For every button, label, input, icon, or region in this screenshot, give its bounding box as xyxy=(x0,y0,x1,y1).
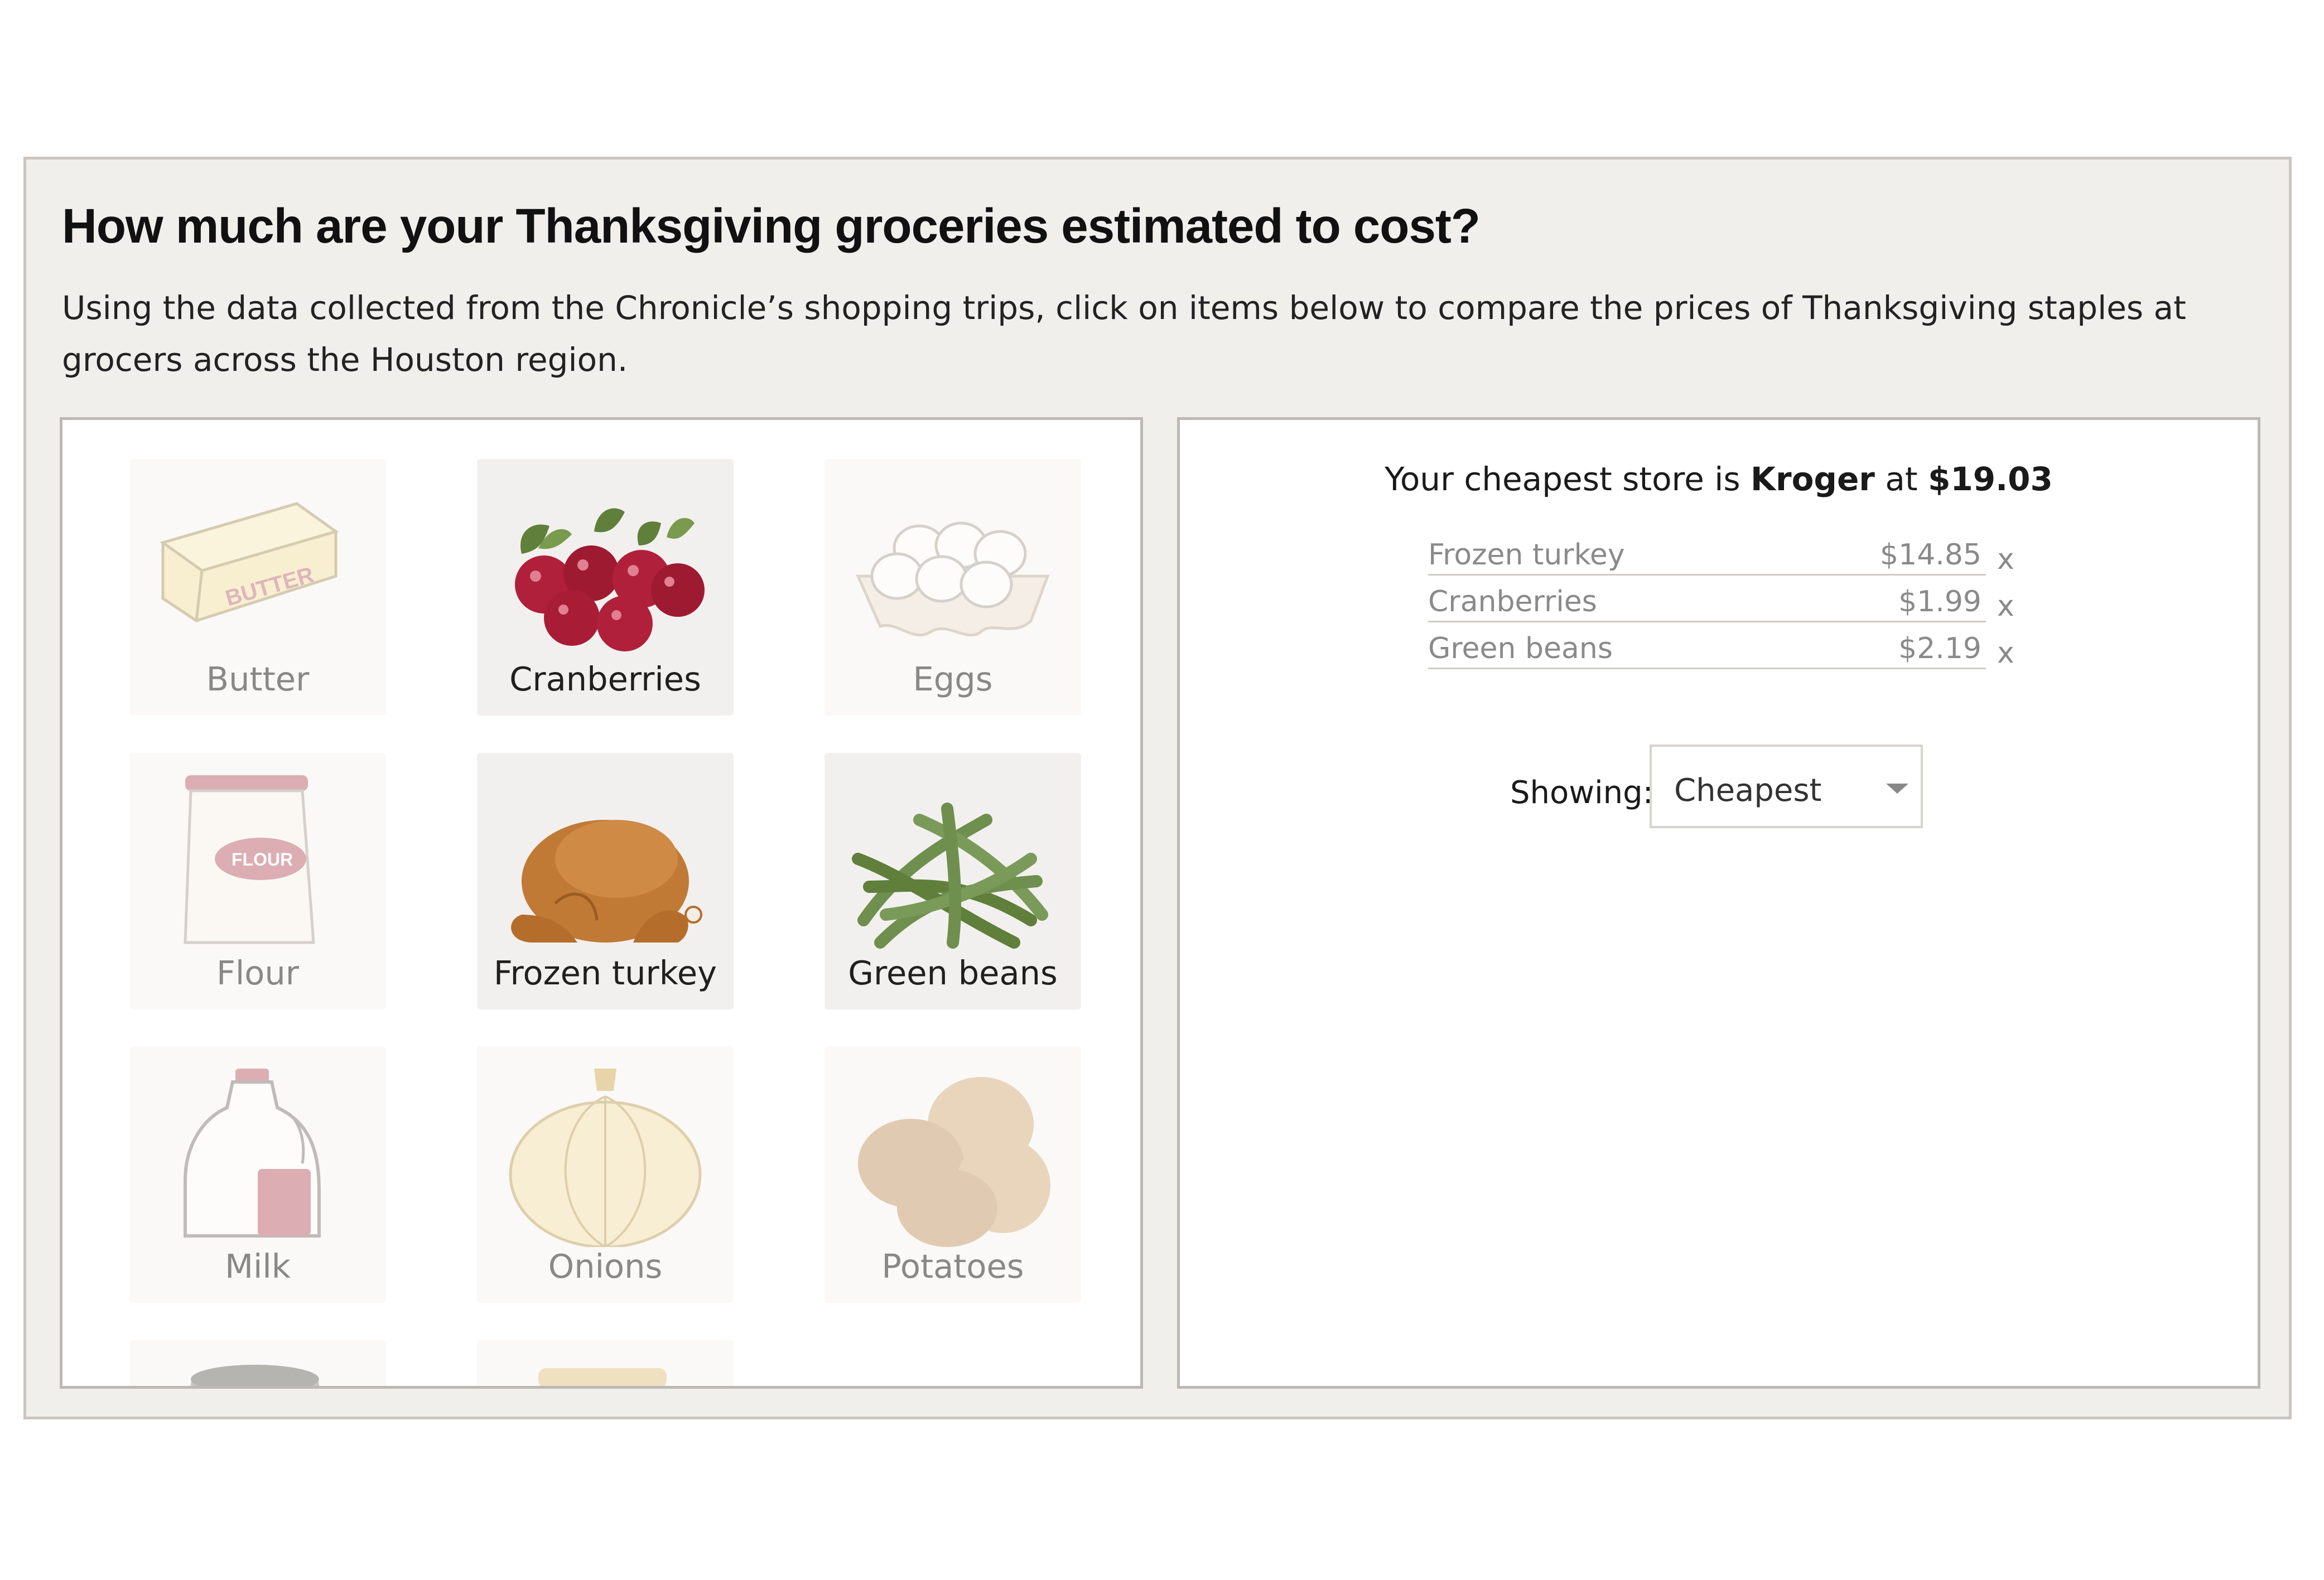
grocery-tile-potatoes[interactable]: Potatoes xyxy=(825,1046,1081,1303)
tile-label: Onions xyxy=(548,1247,663,1286)
tile-label: Green beans xyxy=(848,954,1058,992)
cheapest-store-name: Kroger xyxy=(1751,460,1875,498)
tile-label: Flour xyxy=(216,954,300,992)
grocery-tile-milk[interactable]: Milk xyxy=(129,1046,386,1303)
item-name: Frozen turkey xyxy=(1428,538,1625,572)
grocery-tile-partial[interactable] xyxy=(129,1340,386,1386)
eggs-icon xyxy=(856,521,1050,637)
butter-icon: BUTTER xyxy=(160,502,339,622)
grocery-grid-panel: BUTTER Butter Cranberries Eggs FLOUR Flo… xyxy=(60,417,1143,1389)
page-subtitle: Using the data collected from the Chroni… xyxy=(62,289,2186,379)
tile-label: Frozen turkey xyxy=(493,954,717,992)
tile-label: Potatoes xyxy=(881,1247,1024,1286)
list-item: Green beans $2.19 x xyxy=(1428,631,2031,678)
item-price: $2.19 xyxy=(1898,632,1981,665)
remove-item-button[interactable]: x xyxy=(1997,590,2014,623)
headline-connector: at xyxy=(1885,460,1918,498)
showing-select[interactable]: Cheapest xyxy=(1650,745,1923,828)
grocery-tile-frozen-turkey[interactable]: Frozen turkey xyxy=(477,753,734,1009)
potatoes-icon xyxy=(858,1077,1050,1247)
item-price: $14.85 xyxy=(1880,538,1981,572)
price-summary-panel: Your cheapest store is Kroger at $19.03 … xyxy=(1177,417,2260,1389)
select-value: Cheapest xyxy=(1674,772,1822,809)
chevron-down-icon xyxy=(1886,784,1908,794)
can-icon xyxy=(191,1365,319,1386)
cranberries-icon xyxy=(515,508,705,651)
cheapest-total: $19.03 xyxy=(1928,460,2053,498)
headline-prefix: Your cheapest store is xyxy=(1385,460,1740,498)
page-title: How much are your Thanksgiving groceries… xyxy=(62,199,1481,253)
tile-label: Milk xyxy=(225,1247,291,1286)
cheapest-store-headline: Your cheapest store is Kroger at $19.03 xyxy=(1180,460,2258,498)
list-item: Frozen turkey $14.85 x xyxy=(1428,537,2031,584)
flour-icon: FLOUR xyxy=(184,775,315,944)
grocery-tile-eggs[interactable]: Eggs xyxy=(825,459,1081,716)
jar-icon xyxy=(538,1368,667,1386)
item-name: Cranberries xyxy=(1428,585,1597,619)
svg-text:FLOUR: FLOUR xyxy=(232,849,293,869)
list-item: Cranberries $1.99 x xyxy=(1428,584,2031,631)
tile-label: Butter xyxy=(206,660,310,698)
green-beans-icon xyxy=(852,803,1048,949)
tile-label: Cranberries xyxy=(509,660,701,698)
selected-items-list: Frozen turkey $14.85 x Cranberries $1.99… xyxy=(1428,537,2031,678)
grocery-tile-partial[interactable] xyxy=(477,1340,734,1386)
interactive-frame: How much are your Thanksgiving groceries… xyxy=(23,157,2292,1419)
item-price: $1.99 xyxy=(1898,585,1981,619)
item-line: Frozen turkey $14.85 xyxy=(1428,537,1986,576)
onion-icon xyxy=(509,1069,702,1247)
showing-label: Showing: xyxy=(1510,775,1653,811)
grocery-tile-flour[interactable]: FLOUR Flour xyxy=(129,753,386,1009)
item-name: Green beans xyxy=(1428,632,1613,665)
item-line: Cranberries $1.99 xyxy=(1428,584,1986,622)
remove-item-button[interactable]: x xyxy=(1997,543,2014,576)
grocery-tile-butter[interactable]: BUTTER Butter xyxy=(129,459,386,716)
grocery-tile-green-beans[interactable]: Green beans xyxy=(825,753,1081,1009)
grocery-tile-onions[interactable]: Onions xyxy=(477,1046,734,1303)
item-line: Green beans $2.19 xyxy=(1428,631,1986,669)
remove-item-button[interactable]: x xyxy=(1997,636,2014,670)
milk-icon xyxy=(184,1069,321,1238)
turkey-icon xyxy=(511,820,702,943)
tile-label: Eggs xyxy=(913,660,993,698)
grocery-tile-cranberries[interactable]: Cranberries xyxy=(477,459,734,716)
